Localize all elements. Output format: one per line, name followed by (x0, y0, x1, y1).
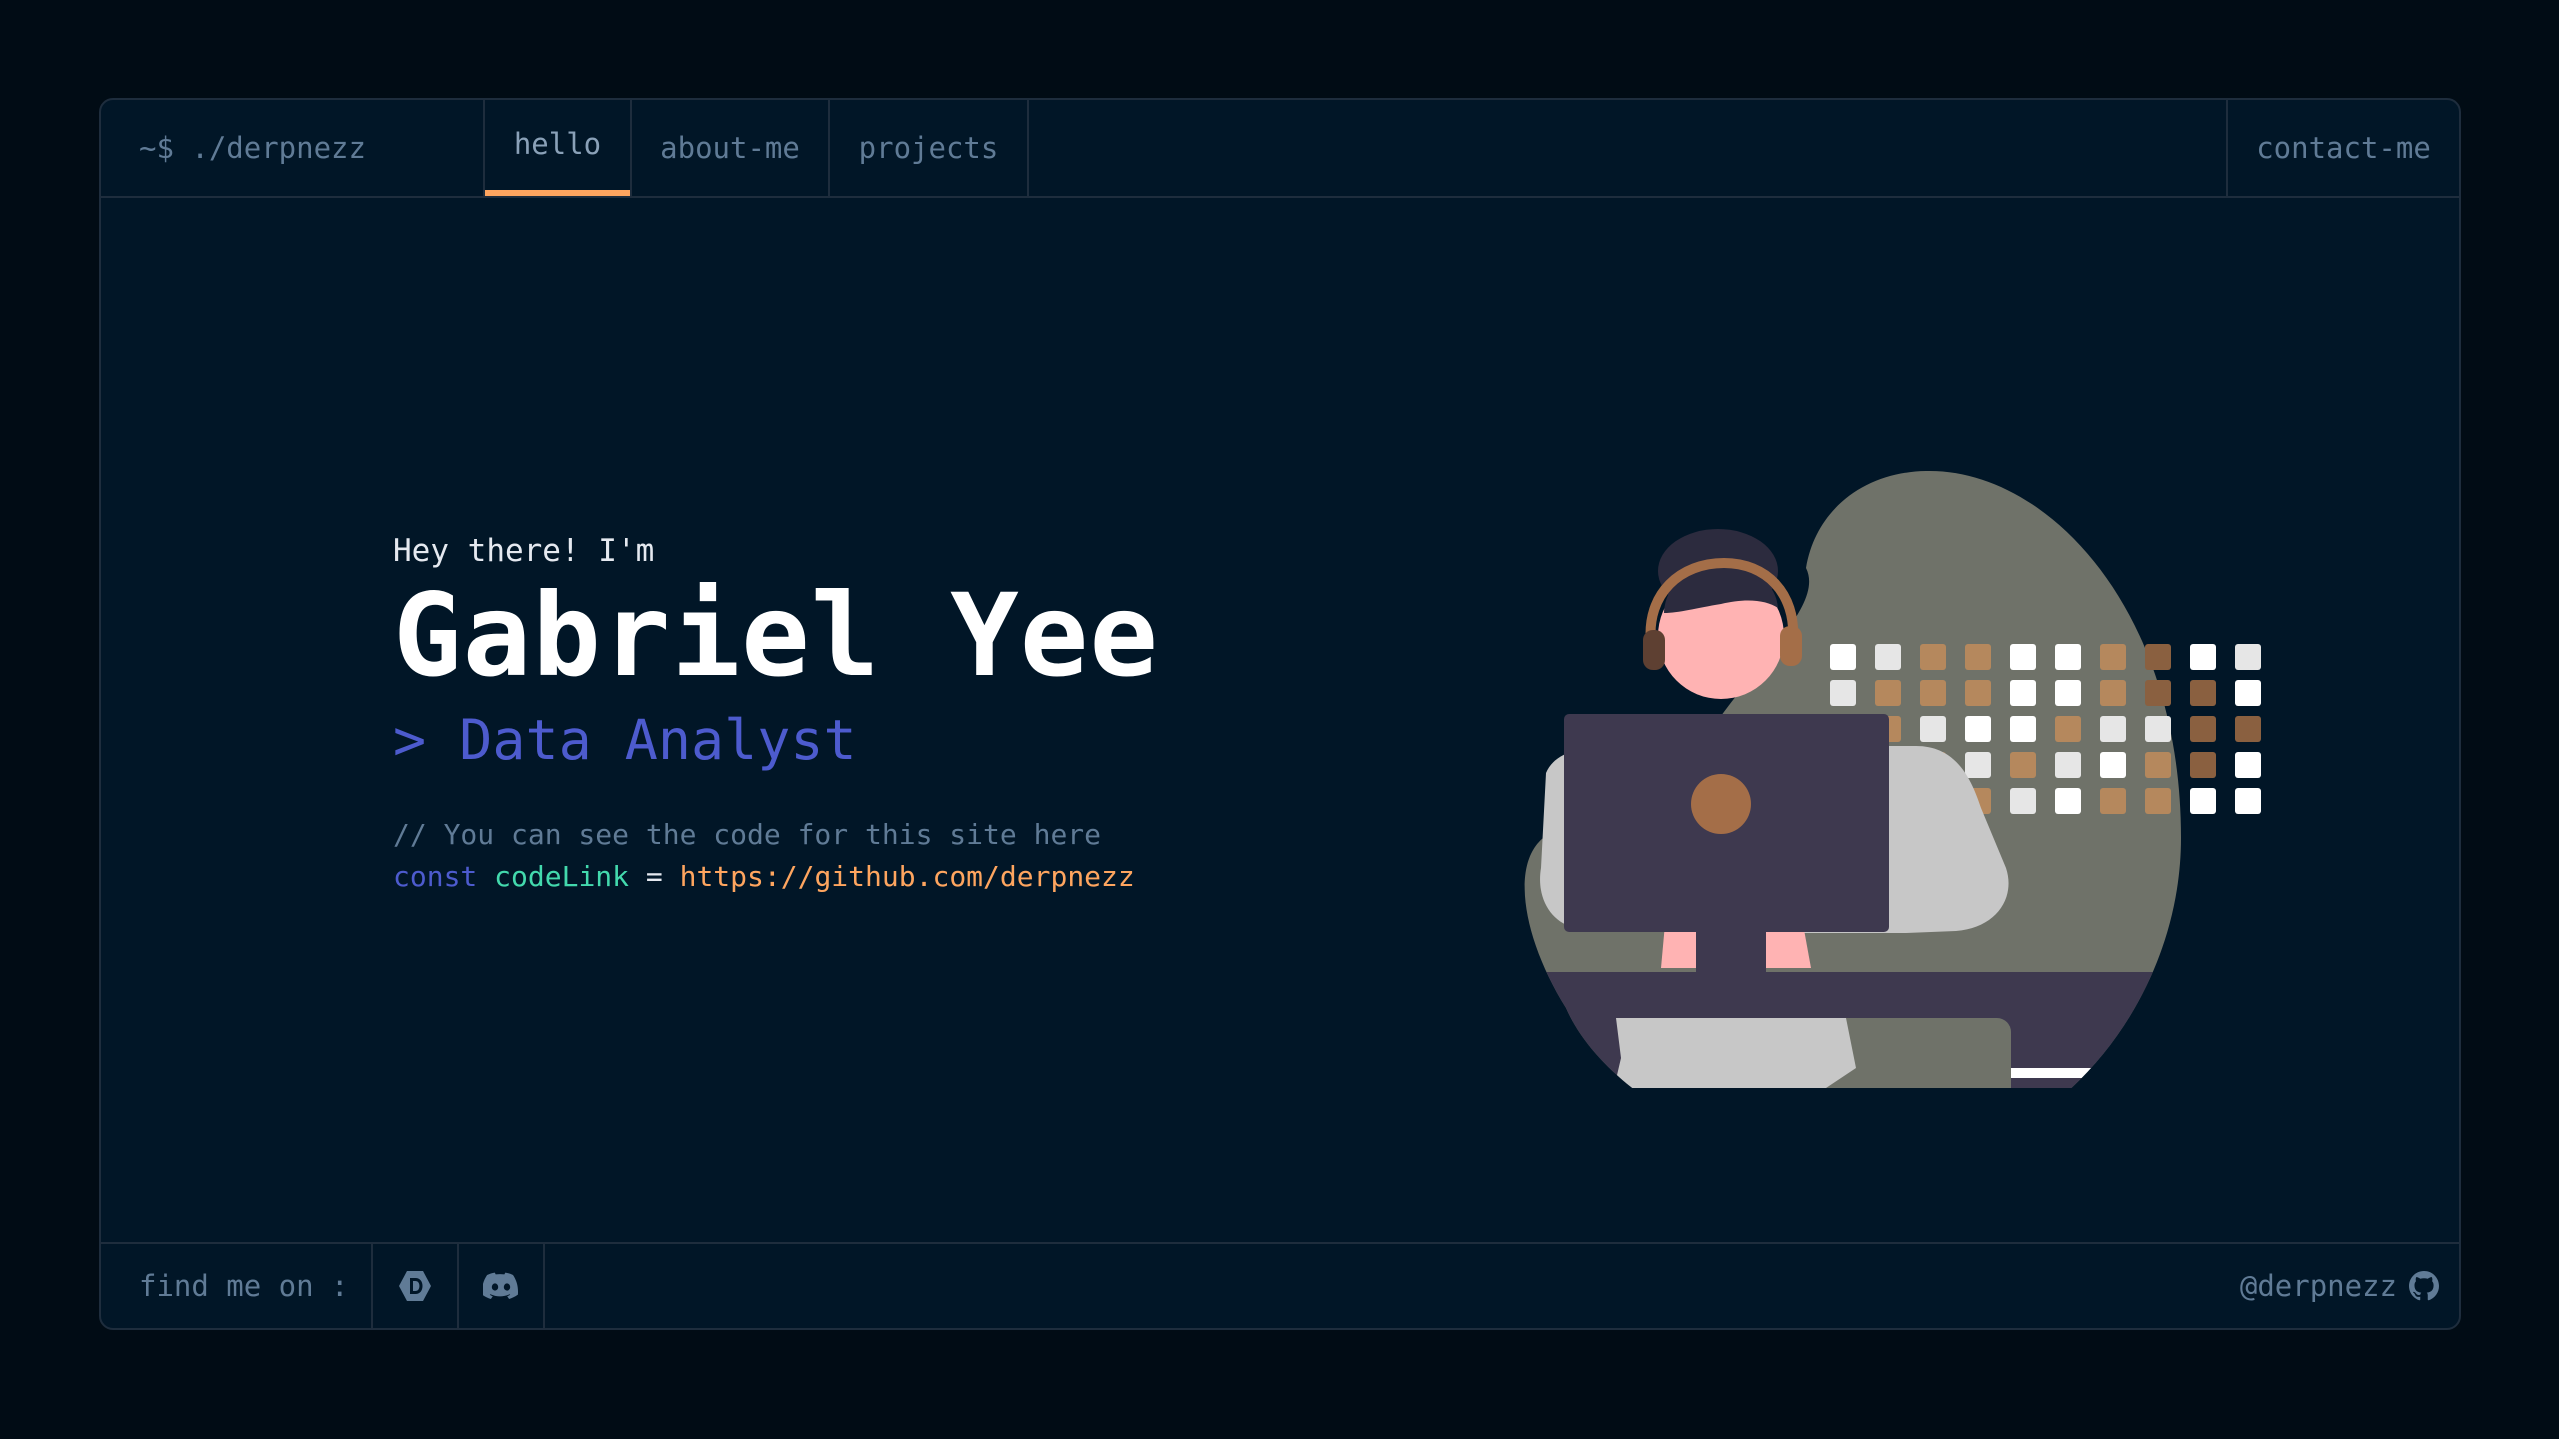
active-tab-indicator (485, 190, 630, 196)
github-handle: @derpnezz (2239, 1269, 2397, 1303)
role-subtitle: > Data Analyst (393, 708, 857, 772)
social-link-discord[interactable] (459, 1244, 545, 1328)
code-variable: codeLink (494, 860, 630, 893)
tab-label: hello (513, 127, 602, 161)
code-operator: = (645, 860, 663, 893)
site-brand[interactable]: ~$ ./derpnezz (101, 100, 485, 196)
code-keyword: const (393, 860, 478, 893)
github-handle-link[interactable]: @derpnezz (2240, 1244, 2439, 1328)
github-icon (2409, 1271, 2439, 1301)
tab-projects[interactable]: projects (830, 100, 1029, 196)
tab-about-me[interactable]: about-me (632, 100, 830, 196)
github-link[interactable]: https://github.com/derpnezz (680, 860, 1135, 893)
footer-bar: find me on : @derpnezz (101, 1242, 2459, 1328)
code-snippet: const codeLink = https://github.com/derp… (393, 856, 1159, 898)
greeting-text: Hey there! I'm (393, 533, 655, 569)
page-title: Gabriel Yee (393, 569, 1159, 702)
code-comment: // You can see the code for this site he… (393, 818, 1102, 851)
social-link-devpost[interactable] (373, 1244, 459, 1328)
discord-icon (483, 1272, 519, 1299)
tab-label: projects (858, 131, 999, 165)
top-navigation: ~$ ./derpnezz hello about-me projects co… (101, 100, 2459, 198)
app-window: ~$ ./derpnezz hello about-me projects co… (99, 98, 2461, 1330)
tab-label: about-me (660, 131, 800, 165)
hero-section: Hey there! I'm Gabriel Yee > Data Analys… (393, 530, 1159, 898)
tab-hello[interactable]: hello (485, 100, 632, 196)
developer-illustration (1524, 470, 2261, 1088)
tab-label: contact-me (2256, 131, 2431, 165)
devpost-icon (399, 1271, 431, 1301)
find-me-label: find me on : (101, 1244, 373, 1328)
tab-contact-me[interactable]: contact-me (2226, 100, 2459, 196)
